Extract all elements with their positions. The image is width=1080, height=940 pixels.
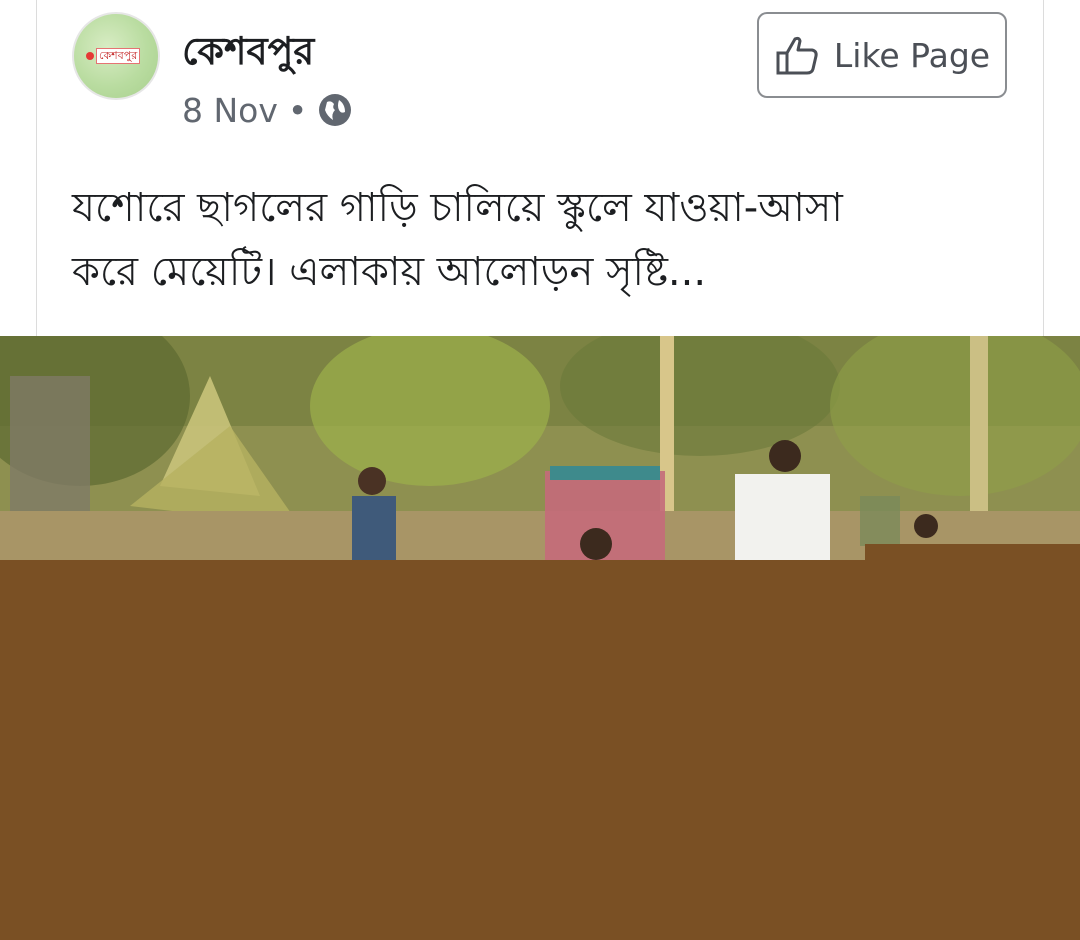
meta-separator: • xyxy=(287,90,308,130)
thumbs-up-icon xyxy=(776,36,818,75)
post-text: যশোরে ছাগলের গাড়ি চালিয়ে স্কুলে যাওয়া… xyxy=(72,176,1012,304)
brown-overlay-step xyxy=(865,544,1080,560)
post-text-line-2[interactable]: করে মেয়েটি। এলাকায় আলোড়ন সৃষ্টি... xyxy=(72,240,1012,304)
post-text-line-1: যশোরে ছাগলের গাড়ি চালিয়ে স্কুলে যাওয়া… xyxy=(72,185,843,231)
post-date[interactable]: 8 Nov xyxy=(182,91,278,130)
photo-scene xyxy=(0,336,1080,560)
brown-overlay xyxy=(0,560,1080,940)
like-page-button[interactable]: Like Page xyxy=(757,12,1007,98)
like-page-label: Like Page xyxy=(833,35,991,75)
post-photo[interactable] xyxy=(0,336,1080,560)
post-meta: 8 Nov • xyxy=(182,90,353,130)
card-border-right xyxy=(1043,0,1044,336)
page-avatar[interactable]: কেশবপুর xyxy=(72,12,160,100)
post-card: কেশবপুর কেশবপুর 8 Nov • Like Page যশোরে … xyxy=(0,0,1080,336)
globe-icon xyxy=(319,94,352,126)
avatar-label: কেশবপুর xyxy=(96,48,141,64)
page-name[interactable]: কেশবপুর xyxy=(182,22,314,86)
card-border-left xyxy=(36,0,37,336)
map-pin-icon xyxy=(86,52,94,60)
